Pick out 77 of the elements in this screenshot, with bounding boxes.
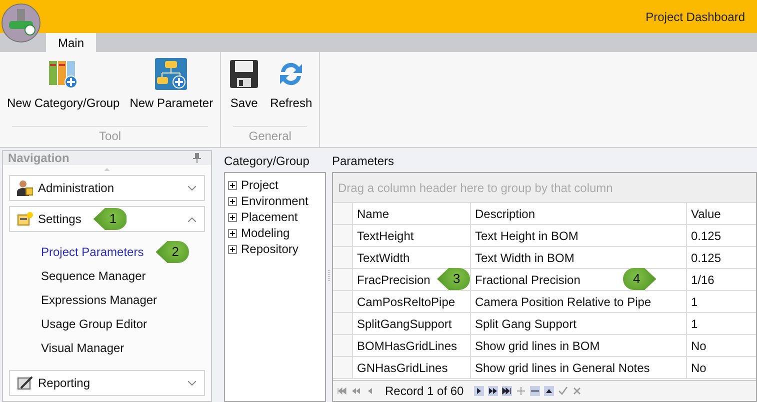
up-arrow-icon[interactable]: [544, 386, 554, 396]
expand-icon[interactable]: [228, 180, 237, 190]
checkmark-icon[interactable]: [558, 386, 568, 396]
window-title: Project Dashboard: [646, 10, 745, 24]
table-cell: Split Gang Support: [471, 313, 687, 334]
tree-item[interactable]: Project: [239, 178, 278, 192]
table-cell: Text Height in BOM: [471, 225, 687, 246]
group-panel-hint: Drag a column header here to group by that column: [338, 180, 613, 194]
first-record-icon[interactable]: [337, 386, 347, 396]
table-cell-text: No: [690, 360, 708, 376]
pin-icon[interactable]: [193, 153, 201, 164]
ribbon-button[interactable]: New Parameter: [124, 52, 218, 126]
group-label: Reporting: [38, 376, 90, 390]
table-cell: Camera Position Relative to Pipe: [471, 291, 687, 312]
navigation-link[interactable]: Sequence Manager: [41, 269, 146, 283]
table-cell: TextHeight: [353, 225, 471, 246]
table-cell-text: 1: [690, 294, 699, 310]
column-header[interactable]: Value: [687, 203, 756, 224]
callout-badge: 3: [437, 268, 470, 290]
expand-icon[interactable]: [228, 196, 237, 206]
tree-item[interactable]: Placement: [239, 210, 298, 224]
group-label: Administration: [38, 181, 114, 195]
column-header[interactable]: Name: [353, 203, 471, 224]
chevron-icon[interactable]: [188, 216, 196, 222]
tree-item[interactable]: Modeling: [239, 226, 290, 240]
last-record-icon[interactable]: [502, 386, 512, 396]
table-cell-text: 1: [690, 316, 699, 332]
callout-badge: 1: [93, 208, 127, 230]
tree-item[interactable]: Environment: [239, 194, 308, 208]
remove-icon[interactable]: [530, 386, 540, 396]
prevpage-record-icon[interactable]: [351, 386, 361, 396]
next-record-icon[interactable]: [474, 386, 484, 396]
user-icon: [17, 180, 33, 196]
callout-badge: 4: [623, 268, 656, 290]
ribbon-group-label: Tool: [12, 126, 208, 147]
table-cell-text: 0.125: [690, 250, 722, 266]
column-header[interactable]: Description: [471, 203, 687, 224]
callout-badge: 2: [156, 241, 189, 263]
panel-title: Category/Group: [224, 153, 310, 170]
navigation-link[interactable]: Visual Manager: [41, 341, 124, 355]
save-button[interactable]: Save: [223, 52, 266, 126]
table-cell: Show grid lines in BOM: [471, 335, 687, 356]
add-icon[interactable]: [516, 386, 526, 396]
navigation-group[interactable]: Settings 1: [9, 206, 205, 232]
table-cell: CamPosReltoPipe: [353, 291, 471, 312]
navigation-link[interactable]: Project Parameters: [41, 245, 144, 259]
ribbon-button[interactable]: New Category/Group: [2, 52, 125, 126]
group-label: Settings: [38, 212, 82, 226]
navigation-link[interactable]: Usage Group Editor: [41, 317, 148, 331]
close-icon[interactable]: [572, 386, 582, 396]
nextpage-record-icon[interactable]: [488, 386, 498, 396]
table-cell: BOMHasGridLines: [353, 335, 471, 356]
ribbon-group-label: General: [233, 126, 308, 147]
flowchart-icon: [155, 58, 188, 90]
table-cell-text: 1/16: [690, 272, 716, 288]
expand-icon[interactable]: [228, 244, 237, 254]
chevron-icon[interactable]: [188, 186, 196, 190]
refresh-button[interactable]: Refresh: [265, 52, 318, 126]
navigation-group[interactable]: Reporting: [9, 370, 205, 396]
navigation-link[interactable]: Expressions Manager: [41, 293, 158, 307]
panel-title: Navigation: [8, 151, 70, 166]
record-counter: Record 1 of 60: [385, 384, 464, 398]
table-cell-text: No: [690, 338, 708, 354]
table-cell-text: 0.125: [690, 228, 722, 244]
binders-icon: [47, 58, 80, 90]
chevron-icon[interactable]: [188, 380, 196, 386]
tree-item[interactable]: Repository: [239, 242, 298, 256]
expand-icon[interactable]: [228, 228, 237, 238]
panel-title: Parameters: [332, 153, 396, 170]
table-cell: GNHasGridLines: [353, 357, 471, 378]
report-icon: [17, 375, 33, 391]
table-cell: SplitGangSupport: [353, 313, 471, 334]
expand-icon[interactable]: [228, 212, 237, 222]
settings-icon: [17, 211, 33, 227]
ribbon-tab[interactable]: Main: [46, 33, 96, 52]
navigation-group[interactable]: Administration: [9, 175, 205, 201]
table-cell: Show grid lines in General Notes: [471, 357, 687, 378]
